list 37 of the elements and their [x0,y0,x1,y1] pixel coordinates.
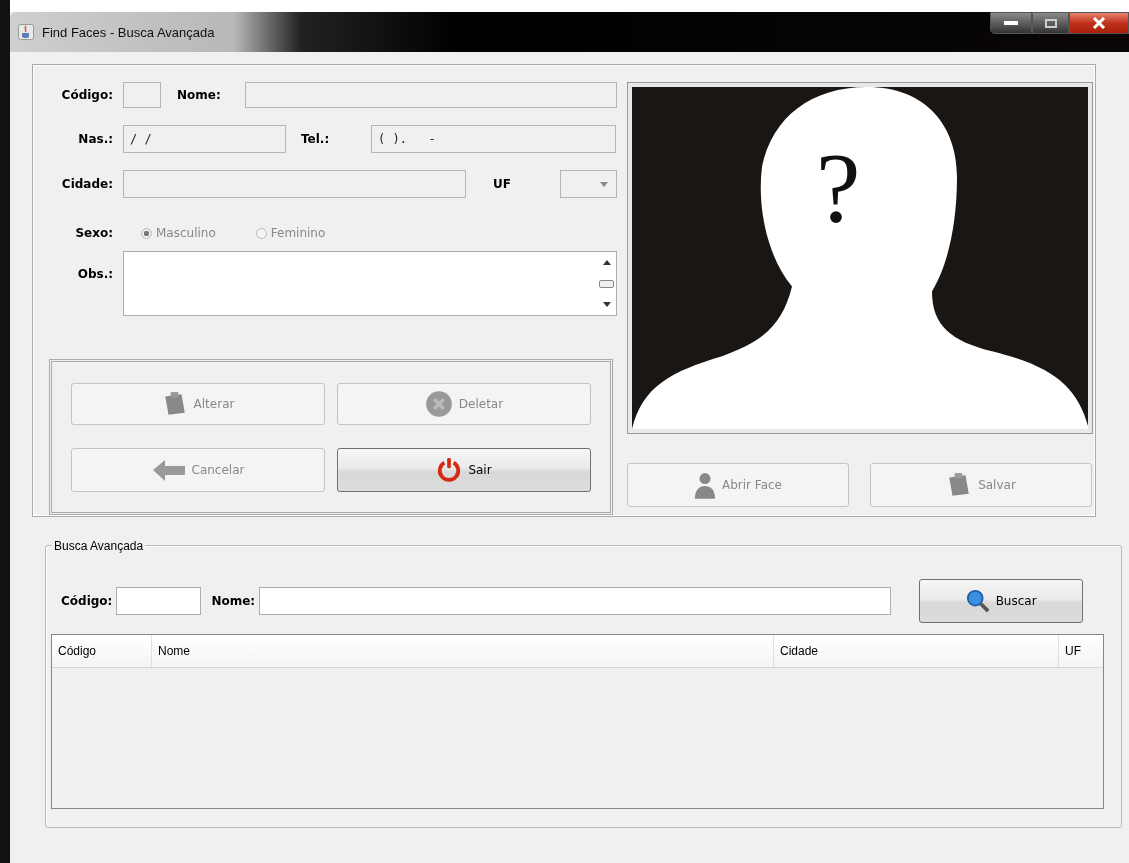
arrow-left-icon [151,459,186,481]
person-icon [694,471,716,499]
field-label: UF [492,177,512,191]
maximize-button[interactable] [1032,12,1069,34]
input-field[interactable] [116,587,202,615]
field-label: Cidade: [60,177,113,191]
scroll-thumb[interactable] [599,279,614,288]
scroll-up-icon[interactable] [602,260,611,265]
field-label: Nome: [211,594,256,608]
minimize-button[interactable] [990,12,1032,34]
close-button[interactable] [1069,12,1129,34]
maximize-icon [1044,18,1057,28]
action-button[interactable]: Buscar [919,579,1084,623]
input-field[interactable] [259,587,892,615]
column-header[interactable]: Nome [152,635,774,667]
column-header[interactable]: UF [1059,635,1103,667]
scroll-down-icon[interactable] [602,302,611,307]
window-title: Find Faces - Busca Avançada [42,24,215,40]
field-label: Nas.: [77,132,113,146]
field-label: Tel.: [300,132,331,146]
question-mark: ? [816,138,861,238]
search-icon [965,589,990,613]
field-label: Nome: [176,88,222,102]
cup-icon [18,24,34,40]
field-label: Código: [61,594,113,608]
field-label: Sexo: [74,226,113,240]
power-icon [436,457,463,483]
group-title: Busca Avançada [52,539,146,553]
close-icon [1092,17,1106,29]
close-circle-icon [424,390,453,418]
field-label: Código: [60,88,113,102]
field-label: Obs.: [76,267,113,281]
column-header[interactable]: Código [52,635,152,667]
minimize-icon [1004,20,1018,26]
caret-icon [600,181,608,187]
column-header[interactable]: Cidade [774,635,1059,667]
action-button[interactable]: Sair [337,448,591,492]
